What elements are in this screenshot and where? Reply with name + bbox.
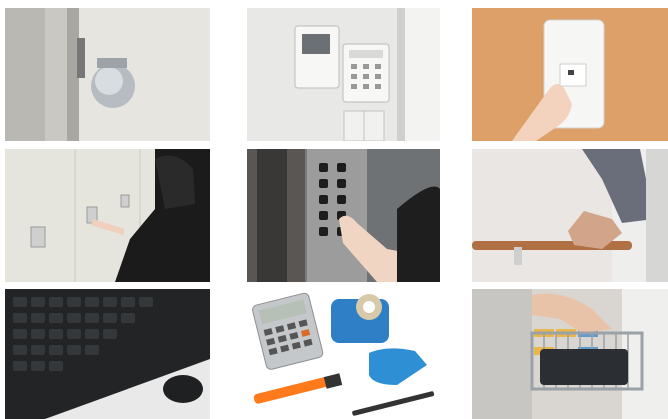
photo-stationery[interactable] [247, 289, 440, 419]
photo-locker[interactable] [5, 149, 210, 282]
shopping-cart-icon [472, 289, 668, 419]
stationery-icon [247, 289, 440, 419]
photo-door-knob[interactable] [5, 8, 210, 141]
photo-grid [0, 0, 668, 419]
photo-shopping-cart[interactable] [472, 289, 668, 419]
photo-elevator[interactable] [247, 149, 440, 282]
handrail-icon [472, 149, 668, 282]
door-knob-icon [5, 8, 210, 141]
locker-icon [5, 149, 210, 282]
photo-light-switch[interactable] [472, 8, 668, 141]
light-switch-icon [472, 8, 668, 141]
intercom-icon [247, 8, 440, 141]
photo-handrail[interactable] [472, 149, 668, 282]
photo-intercom[interactable] [247, 8, 440, 141]
keyboard-icon [5, 289, 210, 419]
photo-keyboard[interactable] [5, 289, 210, 419]
elevator-icon [247, 149, 440, 282]
